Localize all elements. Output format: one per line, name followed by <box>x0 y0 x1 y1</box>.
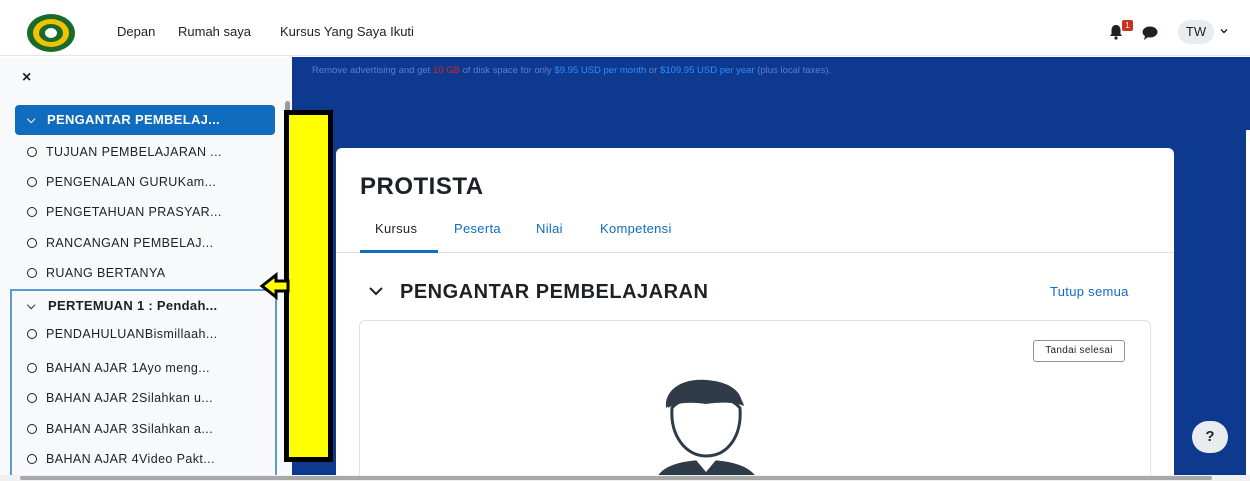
ad-link-month[interactable]: $9.95 USD per month <box>554 65 646 76</box>
ad-text: (plus local taxes). <box>754 65 832 76</box>
top-navbar: Depan Rumah saya Kursus Yang Saya Ikuti … <box>0 8 1250 56</box>
sidebar-item-label: RUANG BERTANYA <box>46 266 166 280</box>
sidebar-section-label: PENGANTAR PEMBELAJ... <box>47 112 220 127</box>
page-edge <box>1246 130 1250 481</box>
circle-icon <box>27 268 37 278</box>
ad-text: or <box>646 65 661 76</box>
nav-link-dashboard[interactable]: Rumah saya <box>178 24 251 39</box>
section-title: PENGANTAR PEMBELAJARAN <box>400 281 709 303</box>
sidebar-section-label: PERTEMUAN 1 : Pendah... <box>48 298 218 313</box>
sidebar-item[interactable]: BAHAN AJAR 4Video Pakt... <box>15 446 280 472</box>
ad-link-year[interactable]: $109.95 USD per year <box>660 65 755 76</box>
chevron-down-icon: ⌵ <box>27 114 36 126</box>
sidebar-item-label: PENDAHULUANBismillaah... <box>46 327 218 341</box>
tab-kursus[interactable]: Kursus <box>375 221 417 236</box>
mark-done-button[interactable]: Tandai selesai <box>1033 340 1125 362</box>
chevron-down-icon: ⌵ <box>27 300 36 312</box>
sidebar-item-label: PENGETAHUAN PRASYAR... <box>46 205 222 219</box>
tabs-divider <box>336 252 1174 253</box>
close-drawer-icon[interactable]: × <box>22 69 31 87</box>
ad-highlight: 10 GB <box>432 65 460 76</box>
tab-nilai[interactable]: Nilai <box>536 221 563 236</box>
circle-icon <box>27 177 37 187</box>
chevron-down-icon[interactable] <box>368 283 384 299</box>
sidebar-item[interactable]: BAHAN AJAR 1Ayo meng... <box>15 355 280 381</box>
circle-icon <box>27 393 37 403</box>
sidebar-section-pengantar[interactable]: ⌵ PENGANTAR PEMBELAJ... <box>15 105 275 135</box>
active-tab-indicator <box>360 250 438 253</box>
nav-link-my-courses[interactable]: Kursus Yang Saya Ikuti <box>280 24 414 39</box>
sidebar-item-label: BAHAN AJAR 1Ayo meng... <box>46 361 210 375</box>
horizontal-scrollbar-thumb[interactable] <box>20 476 1212 480</box>
notification-badge: 1 <box>1122 20 1133 31</box>
circle-icon <box>27 207 37 217</box>
sidebar-item-label: TUJUAN PEMBELAJARAN ... <box>46 145 222 159</box>
ad-text: of disk space for only <box>459 65 555 76</box>
tab-kompetensi[interactable]: Kompetensi <box>600 221 672 236</box>
page-title: PROTISTA <box>360 173 484 200</box>
nav-link-home[interactable]: Depan <box>117 24 155 39</box>
tab-peserta[interactable]: Peserta <box>454 221 501 236</box>
circle-icon <box>27 147 37 157</box>
chat-icon[interactable] <box>1142 26 1158 40</box>
ad-text: Remove advertising and get <box>312 65 433 76</box>
circle-icon <box>27 238 37 248</box>
sidebar-item-label: BAHAN AJAR 2Silahkan u... <box>46 391 214 405</box>
teacher-avatar-illustration <box>656 379 758 481</box>
advertising-banner: Remove advertising and get 10 GB of disk… <box>312 65 831 76</box>
sidebar-item-label: RANCANGAN PEMBELAJ... <box>46 236 214 250</box>
collapse-all-link[interactable]: Tutup semua <box>1050 284 1129 299</box>
circle-icon <box>27 329 37 339</box>
school-logo[interactable] <box>26 13 76 53</box>
sidebar-section-pertemuan-1[interactable]: ⌵ PERTEMUAN 1 : Pendah... <box>18 292 273 320</box>
course-index-drawer: × ⌵ PENGANTAR PEMBELAJ... TUJUAN PEMBELA… <box>0 57 292 481</box>
annotation-arrow-icon <box>259 272 290 300</box>
circle-icon <box>27 454 37 464</box>
sidebar-item[interactable]: BAHAN AJAR 2Silahkan u... <box>15 385 280 411</box>
user-avatar[interactable]: TW <box>1178 20 1214 44</box>
sidebar-item[interactable]: TUJUAN PEMBELAJARAN ... <box>15 139 280 165</box>
sidebar-item-label: PENGENALAN GURUKam... <box>46 175 217 189</box>
sidebar-item[interactable]: BAHAN AJAR 3Silahkan a... <box>15 416 280 442</box>
sidebar-item[interactable]: RUANG BERTANYA <box>15 260 280 286</box>
circle-icon <box>27 424 37 434</box>
sidebar-item-label: BAHAN AJAR 4Video Pakt... <box>46 452 215 466</box>
annotation-highlight-bar <box>284 110 333 462</box>
sidebar-item[interactable]: PENGETAHUAN PRASYAR... <box>15 199 280 225</box>
sidebar-item[interactable]: PENGENALAN GURUKam... <box>15 169 280 195</box>
chevron-down-icon[interactable] <box>1219 26 1229 36</box>
sidebar-item-label: BAHAN AJAR 3Silahkan a... <box>46 422 214 436</box>
sidebar-item[interactable]: RANCANGAN PEMBELAJ... <box>15 230 280 256</box>
help-button[interactable]: ? <box>1192 421 1228 453</box>
sidebar-item[interactable]: PENDAHULUANBismillaah... <box>15 321 280 347</box>
circle-icon <box>27 363 37 373</box>
